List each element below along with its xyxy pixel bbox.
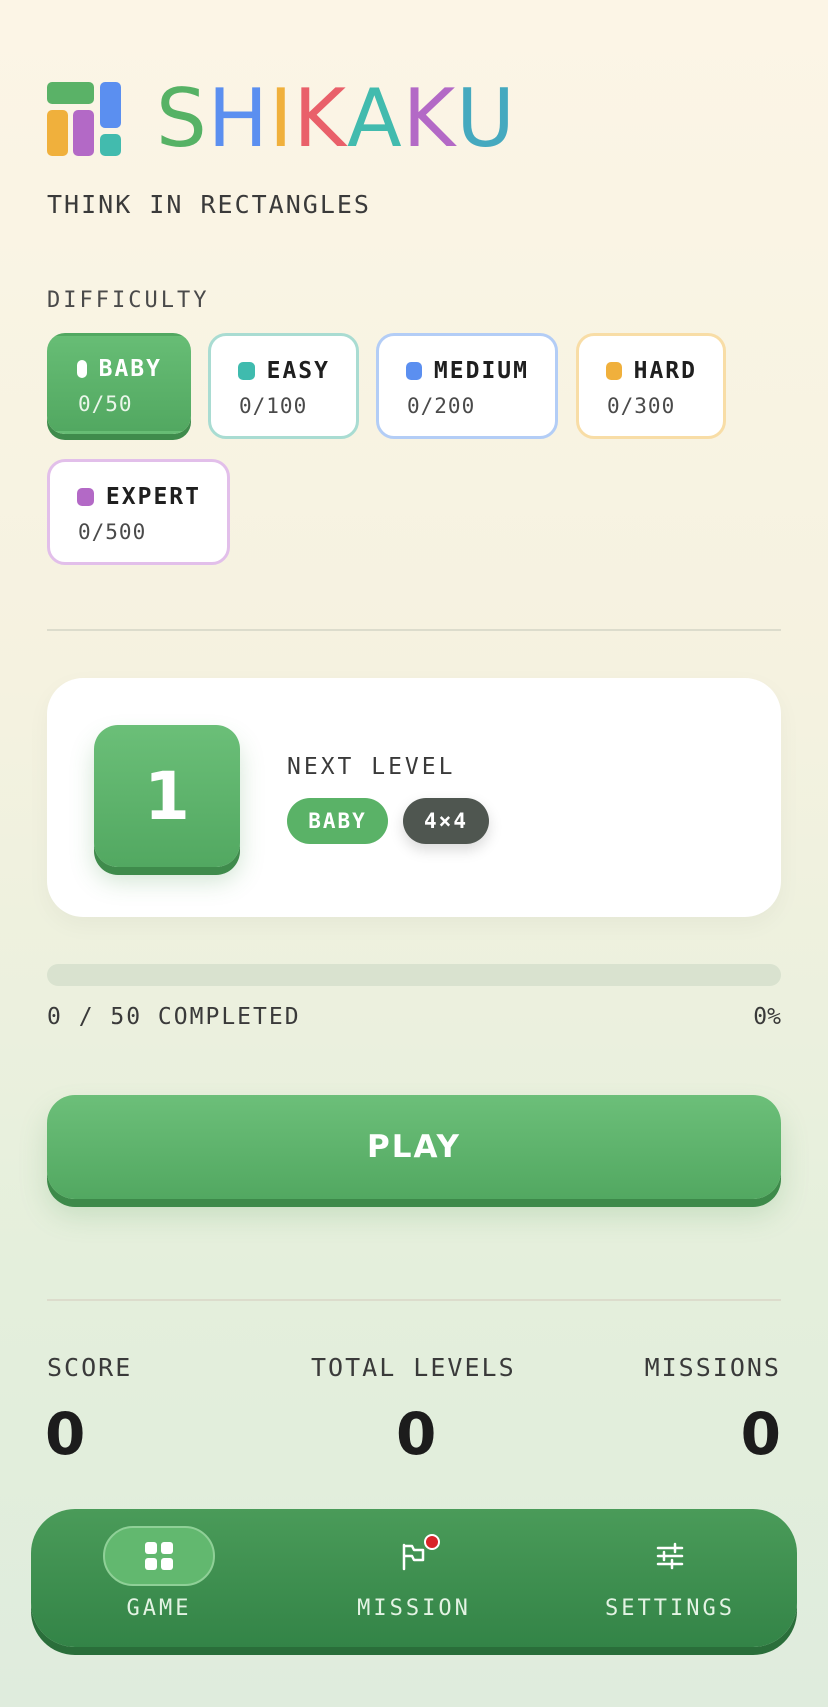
bottom-nav: GAME MISSION SETTINGS xyxy=(31,1509,797,1647)
nav-settings[interactable]: SETTINGS xyxy=(605,1509,732,1647)
play-button[interactable]: PLAY xyxy=(47,1095,781,1199)
difficulty-baby[interactable]: BABY 0/50 xyxy=(47,333,191,434)
tagline: THINK IN RECTANGLES xyxy=(47,190,371,219)
title-letter: S xyxy=(156,72,208,165)
next-level-label: NEXT LEVEL xyxy=(287,754,456,780)
level-number-tile: 1 xyxy=(94,725,240,867)
color-dot xyxy=(238,362,255,380)
score-label: SCORE xyxy=(47,1353,133,1382)
nav-label: MISSION xyxy=(357,1596,471,1621)
progress-percent: 0% xyxy=(753,1004,781,1030)
difficulty-count: 0/100 xyxy=(239,394,308,418)
progress-text: 0 / 50 COMPLETED xyxy=(47,1004,301,1030)
difficulty-name: HARD xyxy=(633,358,697,384)
difficulty-tag: BABY xyxy=(287,798,388,844)
difficulty-name: EXPERT xyxy=(105,484,201,510)
nav-mission[interactable]: MISSION xyxy=(357,1509,471,1647)
difficulty-medium[interactable]: MEDIUM 0/200 xyxy=(376,333,558,439)
difficulty-count: 0/300 xyxy=(607,394,676,418)
nav-label: GAME xyxy=(126,1596,192,1621)
color-dot xyxy=(77,488,94,506)
title-letter: I xyxy=(268,72,294,165)
title-letter: K xyxy=(293,72,347,165)
divider xyxy=(47,1299,781,1301)
difficulty-label: DIFFICULTY xyxy=(47,288,210,313)
nav-game[interactable]: GAME xyxy=(103,1509,215,1647)
score-value: 0 xyxy=(45,1400,86,1468)
difficulty-name: EASY xyxy=(266,358,330,384)
divider xyxy=(47,629,781,631)
title-letter: A xyxy=(347,72,403,165)
nav-label: SETTINGS xyxy=(605,1596,735,1621)
difficulty-count: 0/50 xyxy=(78,392,133,416)
difficulty-easy[interactable]: EASY 0/100 xyxy=(208,333,359,439)
sliders-icon xyxy=(656,1542,684,1570)
grid-icon xyxy=(145,1542,173,1570)
nav-icon-pill xyxy=(614,1526,726,1586)
color-dot xyxy=(406,362,422,380)
notification-badge xyxy=(424,1534,440,1550)
total-levels-value: 0 xyxy=(396,1400,437,1468)
title-letter: K xyxy=(402,72,457,165)
title-letter: H xyxy=(207,72,269,165)
color-dot xyxy=(606,362,622,380)
total-levels-label: TOTAL LEVELS xyxy=(311,1353,516,1382)
missions-value: 0 xyxy=(740,1400,781,1468)
difficulty-expert[interactable]: EXPERT 0/500 xyxy=(47,459,230,565)
difficulty-name: BABY xyxy=(98,356,162,382)
grid-size-tag: 4×4 xyxy=(403,798,489,844)
nav-icon-pill xyxy=(103,1526,215,1586)
next-level-card[interactable]: 1 NEXT LEVEL BABY 4×4 xyxy=(47,678,781,917)
difficulty-hard[interactable]: HARD 0/300 xyxy=(576,333,726,439)
difficulty-count: 0/200 xyxy=(407,394,476,418)
color-dot xyxy=(77,360,87,378)
difficulty-name: MEDIUM xyxy=(433,358,529,384)
app-logo xyxy=(47,82,121,156)
title-letter: U xyxy=(456,72,516,165)
progress-bar xyxy=(47,964,781,986)
missions-label: MISSIONS xyxy=(644,1353,781,1382)
app-title: SHIKAKU xyxy=(156,74,516,164)
nav-icon-pill xyxy=(358,1526,470,1586)
difficulty-count: 0/500 xyxy=(78,520,147,544)
